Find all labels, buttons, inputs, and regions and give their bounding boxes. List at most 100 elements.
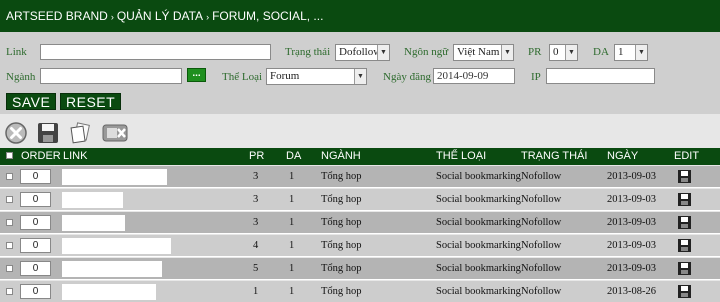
chevron-down-icon: ▼ bbox=[635, 45, 647, 60]
breadcrumb-item-data[interactable]: QUẢN LÝ DATA bbox=[117, 9, 203, 23]
order-input[interactable]: 0 bbox=[20, 192, 51, 207]
col-ngay[interactable]: NGÀY bbox=[607, 150, 638, 162]
nganh-cell: Tổng hop bbox=[321, 217, 362, 228]
pr-cell: 1 bbox=[253, 286, 259, 297]
row-checkbox[interactable] bbox=[6, 219, 13, 226]
link-cell[interactable] bbox=[62, 192, 123, 208]
link-input[interactable] bbox=[40, 44, 271, 60]
pr-value: 0 bbox=[553, 46, 559, 58]
trang-thai-value: Dofollow bbox=[339, 46, 382, 58]
nganh-input[interactable] bbox=[40, 68, 182, 84]
order-input[interactable]: 0 bbox=[20, 284, 51, 299]
export-icon[interactable] bbox=[100, 121, 130, 145]
da-cell: 1 bbox=[289, 217, 295, 228]
the-loai-cell: Social bookmarking bbox=[436, 240, 521, 251]
ngon-ngu-select[interactable]: Việt Nam ▼ bbox=[453, 44, 514, 61]
row-checkbox[interactable] bbox=[6, 242, 13, 249]
ngay-cell: 2013-08-26 bbox=[607, 286, 656, 297]
nganh-cell: Tổng hop bbox=[321, 263, 362, 274]
breadcrumb-item-forum: FORUM, SOCIAL, ... bbox=[212, 9, 324, 23]
chevron-down-icon: ▼ bbox=[565, 45, 577, 60]
col-trang-thai[interactable]: TRẠNG THÁI bbox=[521, 150, 587, 162]
nganh-cell: Tổng hop bbox=[321, 194, 362, 205]
da-cell: 1 bbox=[289, 171, 295, 182]
order-input[interactable]: 0 bbox=[20, 215, 51, 230]
pr-select[interactable]: 0 ▼ bbox=[549, 44, 578, 61]
link-label: Link bbox=[6, 46, 27, 58]
row-checkbox[interactable] bbox=[6, 265, 13, 272]
link-cell[interactable] bbox=[62, 238, 171, 254]
row-checkbox[interactable] bbox=[6, 173, 13, 180]
col-nganh[interactable]: NGÀNH bbox=[321, 150, 361, 162]
col-link[interactable]: LINK bbox=[63, 150, 87, 162]
ip-label: IP bbox=[531, 71, 541, 83]
nganh-cell: Tổng hop bbox=[321, 286, 362, 297]
breadcrumb-item-brand[interactable]: ARTSEED BRAND bbox=[6, 9, 108, 23]
row-checkbox[interactable] bbox=[6, 288, 13, 295]
pr-label: PR bbox=[528, 46, 542, 58]
pr-cell: 3 bbox=[253, 217, 259, 228]
pr-cell: 3 bbox=[253, 194, 259, 205]
table-row: 0 4 1 Tổng hop Social bookmarking Nofoll… bbox=[0, 235, 720, 257]
breadcrumb-separator: › bbox=[110, 12, 114, 22]
edit-icon[interactable] bbox=[677, 169, 692, 184]
order-input[interactable]: 0 bbox=[20, 261, 51, 276]
ngon-ngu-value: Việt Nam bbox=[457, 46, 500, 58]
nganh-cell: Tổng hop bbox=[321, 240, 362, 251]
browse-button[interactable]: ... bbox=[187, 68, 206, 82]
reset-button[interactable]: RESET bbox=[60, 93, 122, 110]
chevron-down-icon: ▼ bbox=[377, 45, 389, 60]
ip-input[interactable] bbox=[546, 68, 655, 84]
order-input[interactable]: 0 bbox=[20, 238, 51, 253]
table-header: ORDER LINK PR DA NGÀNH THỂ LOẠI TRẠNG TH… bbox=[0, 148, 720, 165]
ngay-cell: 2013-09-03 bbox=[607, 240, 656, 251]
the-loai-cell: Social bookmarking bbox=[436, 194, 521, 205]
edit-icon[interactable] bbox=[677, 261, 692, 276]
save-button[interactable]: SAVE bbox=[6, 93, 57, 110]
ngay-cell: 2013-09-03 bbox=[607, 171, 656, 182]
the-loai-label: Thể Loại bbox=[222, 71, 263, 83]
trang-thai-cell: Nofollow bbox=[521, 194, 562, 205]
table-row: 0 3 1 Tổng hop Social bookmarking Nofoll… bbox=[0, 166, 720, 188]
pr-cell: 4 bbox=[253, 240, 259, 251]
copy-icon[interactable] bbox=[68, 121, 92, 145]
da-select[interactable]: 1 ▼ bbox=[614, 44, 648, 61]
edit-icon[interactable] bbox=[677, 238, 692, 253]
col-da[interactable]: DA bbox=[286, 150, 301, 162]
breadcrumb-separator: › bbox=[206, 12, 210, 22]
ngay-dang-input[interactable] bbox=[433, 68, 515, 84]
da-cell: 1 bbox=[289, 263, 295, 274]
col-the-loai[interactable]: THỂ LOẠI bbox=[436, 150, 486, 162]
save-icon[interactable] bbox=[36, 121, 60, 145]
link-cell[interactable] bbox=[62, 284, 156, 300]
breadcrumb: ARTSEED BRAND › QUẢN LÝ DATA › FORUM, SOCIAL… bbox=[0, 0, 720, 32]
link-cell[interactable] bbox=[62, 215, 125, 231]
order-input[interactable]: 0 bbox=[20, 169, 51, 184]
table-row: 0 3 1 Tổng hop Social bookmarking Nofoll… bbox=[0, 212, 720, 234]
link-cell[interactable] bbox=[62, 261, 162, 277]
col-order[interactable]: ORDER bbox=[21, 150, 61, 162]
trang-thai-select[interactable]: Dofollow ▼ bbox=[335, 44, 390, 61]
row-checkbox[interactable] bbox=[6, 196, 13, 203]
da-cell: 1 bbox=[289, 240, 295, 251]
da-cell: 1 bbox=[289, 194, 295, 205]
da-value: 1 bbox=[618, 46, 624, 58]
nganh-cell: Tổng hop bbox=[321, 171, 362, 182]
filter-form: Link Trạng thái Dofollow ▼ Ngôn ngữ Việt… bbox=[0, 32, 720, 114]
col-edit: EDIT bbox=[674, 150, 700, 162]
ngay-dang-label: Ngày đăng bbox=[383, 71, 431, 83]
the-loai-cell: Social bookmarking bbox=[436, 286, 521, 297]
select-all-checkbox[interactable] bbox=[6, 152, 13, 159]
ngay-cell: 2013-09-03 bbox=[607, 194, 656, 205]
delete-icon[interactable] bbox=[4, 121, 28, 145]
the-loai-select[interactable]: Forum ▼ bbox=[266, 68, 367, 85]
edit-icon[interactable] bbox=[677, 192, 692, 207]
edit-icon[interactable] bbox=[677, 284, 692, 299]
col-pr[interactable]: PR bbox=[249, 150, 264, 162]
ngay-cell: 2013-09-03 bbox=[607, 217, 656, 228]
table-row: 0 1 1 Tổng hop Social bookmarking Nofoll… bbox=[0, 281, 720, 302]
trang-thai-cell: Nofollow bbox=[521, 171, 562, 182]
trang-thai-cell: Nofollow bbox=[521, 240, 562, 251]
link-cell[interactable] bbox=[62, 169, 167, 185]
edit-icon[interactable] bbox=[677, 215, 692, 230]
